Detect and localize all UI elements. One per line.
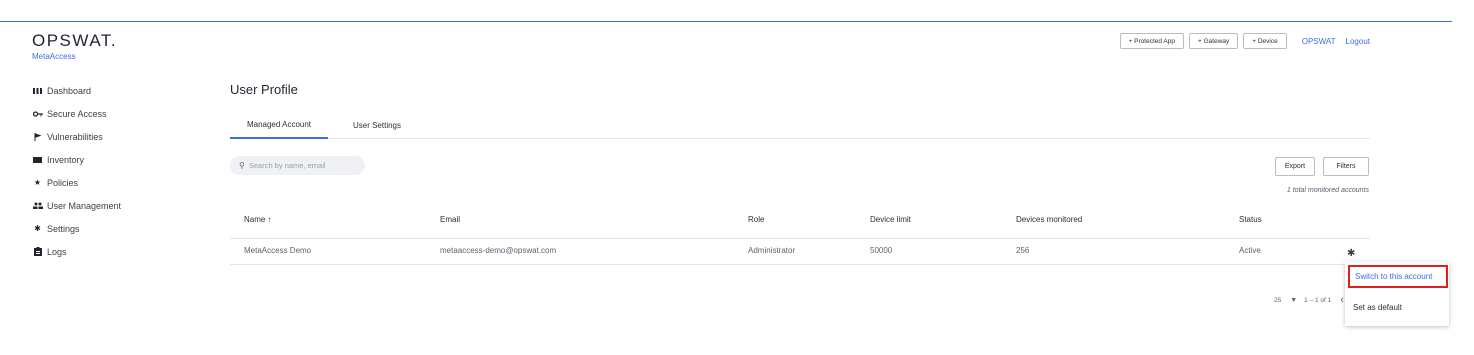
sidebar-item-label: Dashboard (47, 85, 92, 96)
page-size-value[interactable]: 25 (1274, 297, 1281, 304)
column-header-name[interactable]: Name ↑ (244, 215, 272, 224)
dashboard-icon (32, 85, 43, 96)
tab-user-settings[interactable]: User Settings (342, 112, 412, 139)
page-title: User Profile (230, 82, 298, 97)
top-accent-line (0, 21, 1452, 22)
account-link[interactable]: OPSWAT (1302, 37, 1336, 46)
add-protected-app-button[interactable]: + Protected App (1119, 33, 1184, 49)
sidebar-item-logs[interactable]: Logs (32, 240, 121, 263)
sidebar-item-vulnerabilities[interactable]: Vulnerabilities (32, 125, 121, 148)
gear-icon: ✱ (34, 224, 41, 233)
sidebar-item-label: Secure Access (47, 108, 107, 119)
sidebar-item-inventory[interactable]: Inventory (32, 148, 121, 171)
logo-product: MetaAccess (32, 52, 76, 61)
sidebar-item-label: Settings (47, 223, 80, 234)
switch-to-account-menu-item[interactable]: Switch to this account (1348, 265, 1448, 288)
set-as-default-menu-item[interactable]: Set as default (1345, 298, 1449, 316)
sidebar-item-label: Policies (47, 177, 79, 188)
column-header-role[interactable]: Role (748, 215, 764, 224)
clipboard-icon (32, 246, 43, 257)
search-box[interactable]: ⚲ (230, 156, 365, 175)
filters-button[interactable]: Filters (1323, 157, 1369, 176)
export-button[interactable]: Export (1275, 157, 1315, 176)
users-icon (32, 200, 43, 211)
logo-text: OPSWAT. (32, 31, 118, 50)
logout-link[interactable]: Logout (1346, 37, 1370, 46)
row-actions-gear-icon[interactable]: ✱ (1347, 248, 1355, 259)
column-header-devices-monitored[interactable]: Devices monitored (1016, 215, 1082, 224)
sidebar-item-label: Logs (47, 246, 67, 257)
column-header-device-limit[interactable]: Device limit (870, 215, 911, 224)
table-divider (230, 238, 1370, 239)
column-header-status[interactable]: Status (1239, 215, 1262, 224)
page-range: 1 – 1 of 1 (1304, 296, 1332, 304)
inventory-icon (32, 154, 43, 165)
logo[interactable]: OPSWAT. MetaAccess (32, 31, 117, 61)
tab-managed-account[interactable]: Managed Account (230, 112, 328, 139)
cell-email: metaaccess-demo@opswat.com (440, 246, 557, 255)
cell-devices-monitored: 256 (1016, 246, 1030, 255)
sidebar-item-policies[interactable]: ★ Policies (32, 171, 121, 194)
cell-role: Administrator (748, 246, 796, 255)
search-icon: ⚲ (239, 161, 245, 170)
key-icon (32, 108, 43, 119)
tab-bar: Managed Account User Settings (230, 112, 1370, 139)
sidebar-item-dashboard[interactable]: Dashboard (32, 79, 121, 102)
add-device-button[interactable]: + Device (1243, 33, 1287, 49)
table-divider (230, 264, 1370, 265)
row-actions-menu: Switch to this account Set as default (1345, 262, 1449, 326)
sidebar-item-label: User Management (47, 200, 122, 211)
search-input[interactable] (248, 161, 359, 170)
total-accounts-count: 1 total monitored accounts (1286, 187, 1369, 194)
sidebar-item-label: Inventory (47, 154, 85, 165)
star-icon: ★ (33, 178, 42, 187)
add-gateway-button[interactable]: + Gateway (1189, 33, 1239, 49)
cell-device-limit: 50000 (870, 246, 893, 255)
cell-status: Active (1239, 246, 1261, 255)
pagination: 25 ▼ 1 – 1 of 1 ‹ (1274, 294, 1344, 306)
sidebar-item-user-management[interactable]: User Management (32, 194, 121, 217)
sidebar-item-label: Vulnerabilities (47, 131, 103, 142)
header-actions: + Protected App + Gateway + Device OPSWA… (1115, 33, 1370, 49)
caret-down-icon[interactable]: ▼ (1290, 297, 1297, 304)
chevron-left-icon[interactable]: ‹ (1340, 294, 1344, 306)
cell-name: MetaAccess Demo (244, 246, 312, 255)
sidebar-item-settings[interactable]: ✱ Settings (32, 217, 121, 240)
sidebar: Dashboard Secure Access Vulnerabilities … (32, 79, 121, 263)
sidebar-item-secure-access[interactable]: Secure Access (32, 102, 121, 125)
flag-icon (32, 131, 43, 142)
column-header-email[interactable]: Email (440, 215, 460, 224)
